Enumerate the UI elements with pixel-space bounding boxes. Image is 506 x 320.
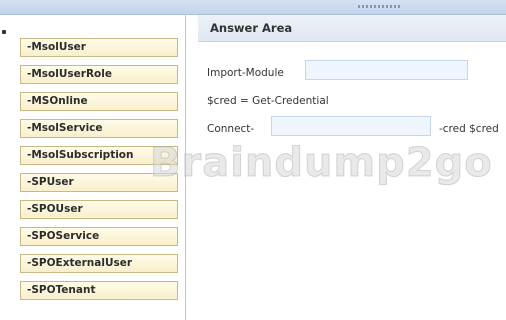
answer-area-header: Answer Area [198,15,506,42]
tile-msolsubscription[interactable]: -MsolSubscription [20,146,178,165]
connect-drop-target[interactable] [271,116,431,136]
answer-area-title: Answer Area [210,21,293,35]
cmdlet-tile-panel: -MsolUser -MsolUserRole -MSOnline -MsolS… [8,15,186,320]
import-module-drop-target[interactable] [305,60,468,80]
tile-msoluserrole[interactable]: -MsolUserRole [20,65,178,84]
connect-label: Connect- [207,123,255,135]
tile-msoluser[interactable]: -MsolUser [20,38,178,57]
top-strip [0,0,506,15]
import-module-label: Import-Module [207,67,284,79]
tile-spoexternaluser[interactable]: -SPOExternalUser [20,254,178,273]
tile-spotenant[interactable]: -SPOTenant [20,281,178,300]
answer-area: Answer Area Import-Module $cred = Get-Cr… [198,15,506,320]
tile-msonline[interactable]: -MSOnline [20,92,178,111]
tile-spouser[interactable]: -SPOUser [20,200,178,219]
panel-divider [185,15,186,320]
credential-line: $cred = Get-Credential [207,95,329,107]
tile-sposervice[interactable]: -SPOService [20,227,178,246]
cred-parameter-label: -cred $cred [439,123,499,135]
drag-grip-icon[interactable] [358,5,400,8]
tile-msolservice[interactable]: -MsolService [20,119,178,138]
bullet-marker [2,30,6,34]
tile-spuser[interactable]: -SPUser [20,173,178,192]
